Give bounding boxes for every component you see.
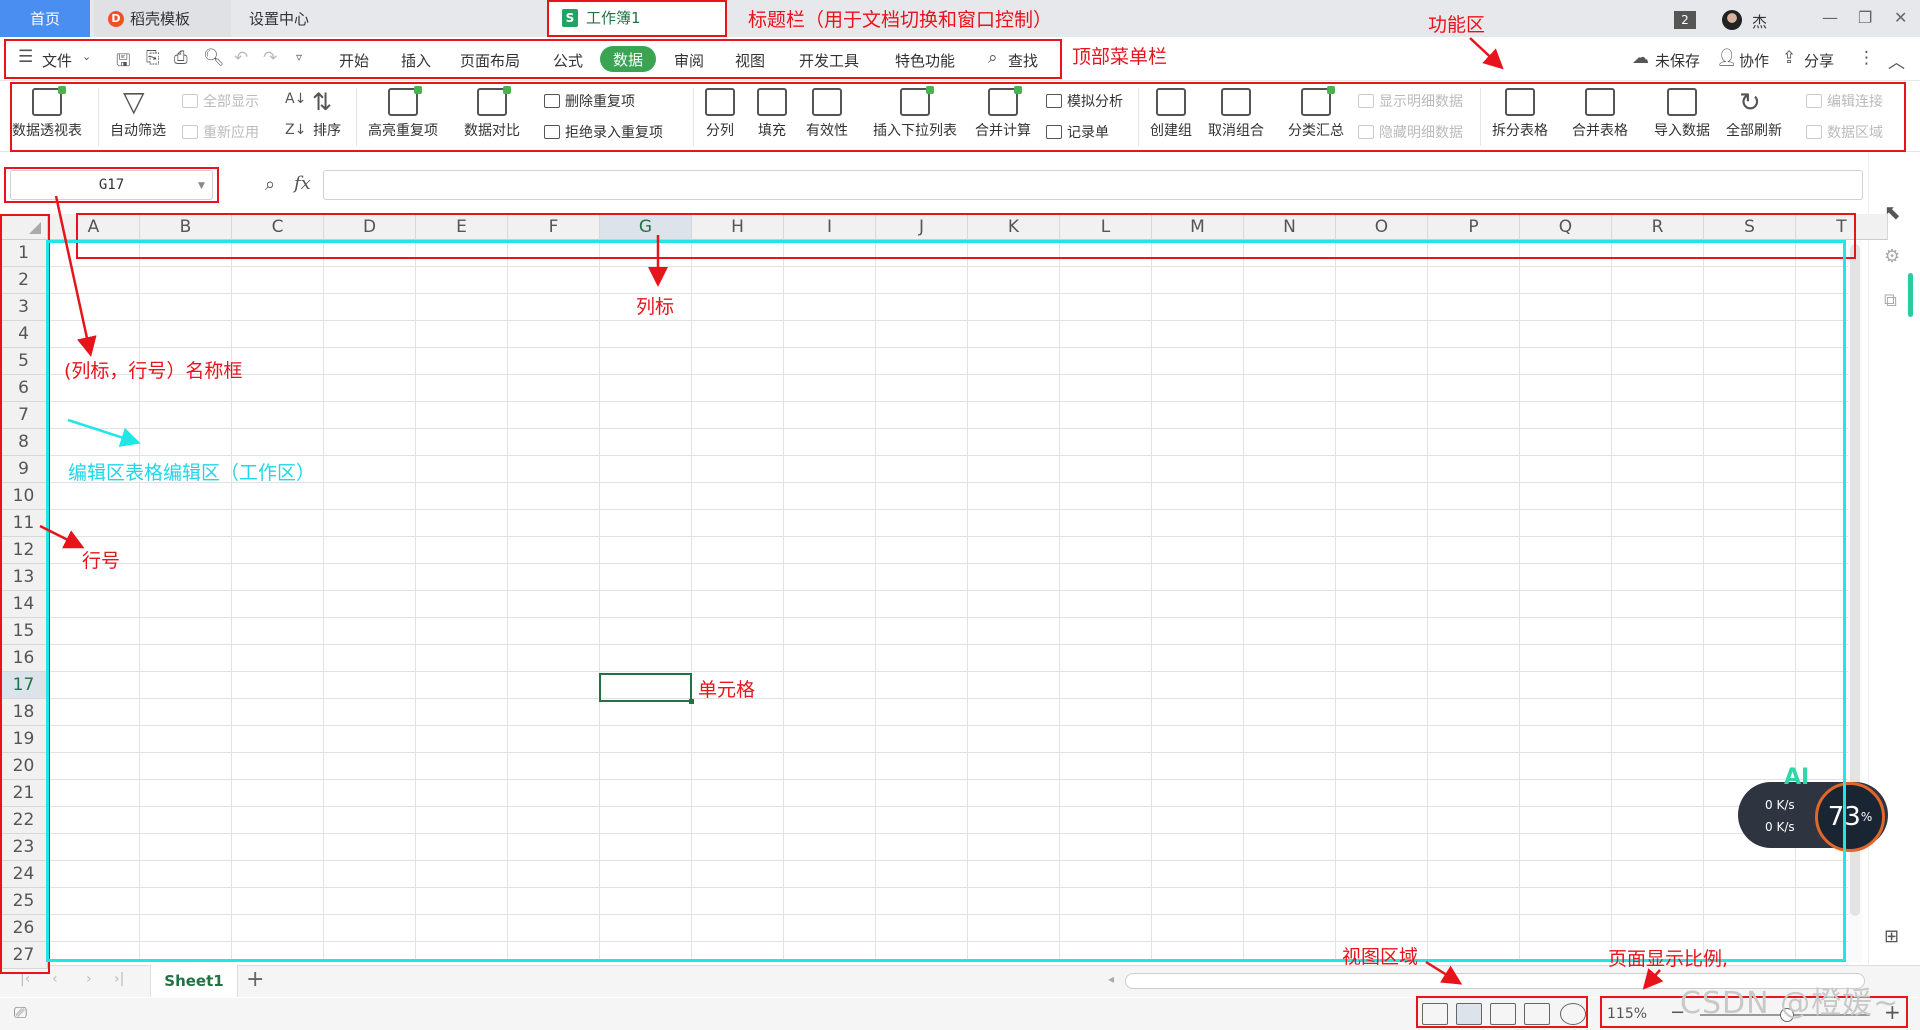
view-area-arrow [1425,960,1463,985]
function-area-arrow [1469,37,1504,70]
zoom-ratio-arrow [1642,968,1664,990]
annotation-arrows [39,37,1664,990]
edit-area-arrow [67,418,141,447]
row-number-arrow [39,524,85,549]
name-box-arrow [54,195,97,357]
watermark: CSDN @橙媛~ [1680,986,1900,1021]
